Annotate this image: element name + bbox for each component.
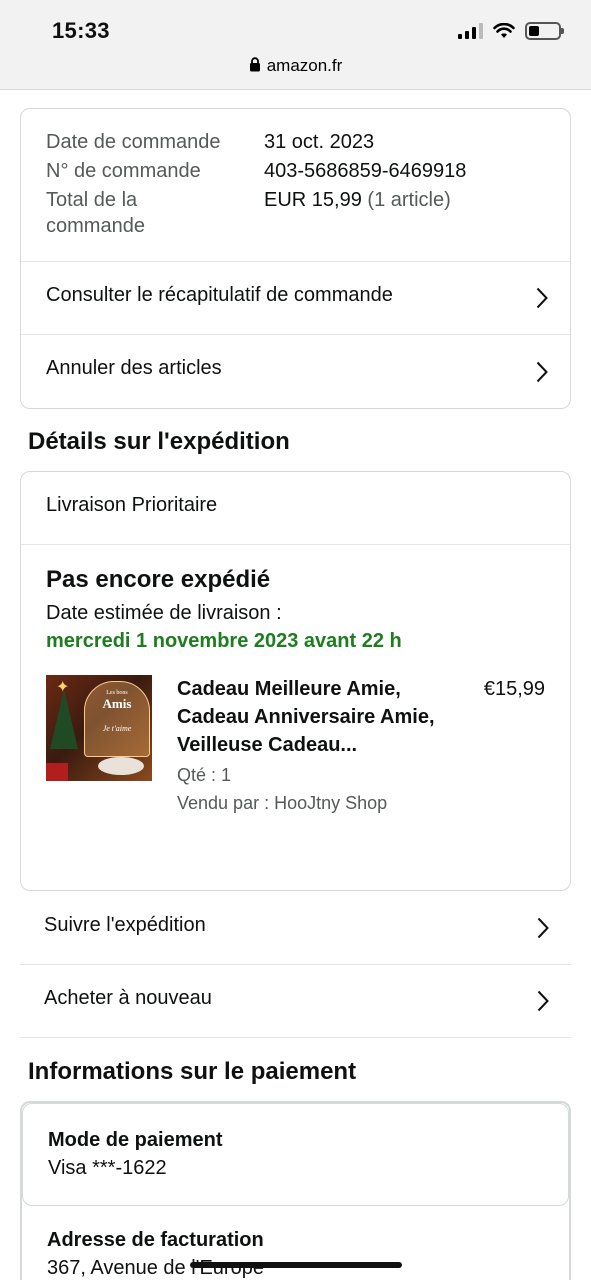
product-image[interactable]: ✦ Les bons Amis Je t'aime xyxy=(46,675,152,781)
estimated-delivery-label: Date estimée de livraison : xyxy=(46,602,282,624)
estimated-delivery-date: mercredi 1 novembre 2023 avant 22 h xyxy=(46,630,402,652)
gift-box xyxy=(46,763,68,781)
delivery-type: Livraison Prioritaire xyxy=(46,494,218,516)
product-details: Cadeau Meilleure Amie, Cadeau Anniversai… xyxy=(177,675,457,817)
lamp-panel: Les bons Amis Je t'aime xyxy=(84,681,150,757)
buy-again-link[interactable]: Acheter à nouveau xyxy=(20,965,571,1038)
payment-info-title: Informations sur le paiement xyxy=(28,1058,357,1085)
battery-icon xyxy=(525,22,564,40)
tree-shape xyxy=(50,689,78,749)
payment-method-value: Visa ***-1622 xyxy=(48,1157,167,1179)
chevron-right-icon xyxy=(537,917,549,939)
order-total: EUR 15,99 (1 article) xyxy=(264,187,545,239)
product-quantity: Qté : 1 xyxy=(177,765,232,785)
view-order-summary-label: Consulter le récapitulatif de commande xyxy=(46,284,393,306)
shipment-status: Pas encore expédié Date estimée de livra… xyxy=(21,545,570,817)
browser-status-bar: 15:33 amazon.fr xyxy=(0,0,591,90)
order-number-value: 403-5686859-6469918 xyxy=(264,160,467,182)
lock-icon xyxy=(249,57,260,72)
wifi-icon xyxy=(493,23,515,38)
address-bar[interactable]: amazon.fr xyxy=(0,56,591,76)
shipping-details-title: Détails sur l'expédition xyxy=(28,428,290,455)
product-title-link[interactable]: Cadeau Meilleure Amie, Cadeau Anniversai… xyxy=(177,675,457,759)
order-info: Date de commande 31 oct. 2023 N° de comm… xyxy=(21,109,570,262)
chevron-right-icon xyxy=(537,990,549,1012)
shipment-status-title: Pas encore expédié xyxy=(46,566,271,593)
lamp-text-2: Amis xyxy=(102,696,132,711)
buy-again-label: Acheter à nouveau xyxy=(44,987,212,1009)
product-item: ✦ Les bons Amis Je t'aime Cadeau Meilleu… xyxy=(46,675,545,817)
payment-method-label: Mode de paiement xyxy=(48,1129,223,1151)
order-date-value: 31 oct. 2023 xyxy=(264,131,375,153)
view-order-summary-link[interactable]: Consulter le récapitulatif de commande xyxy=(21,262,570,335)
payment-card: Mode de paiement Visa ***-1622 Adresse d… xyxy=(20,1101,571,1280)
order-total-items: (1 article) xyxy=(367,189,451,211)
track-shipment-link[interactable]: Suivre l'expédition xyxy=(20,892,571,965)
url-text: amazon.fr xyxy=(266,56,343,75)
order-summary-card: Date de commande 31 oct. 2023 N° de comm… xyxy=(20,108,571,409)
billing-address: Adresse de facturation 367, Avenue de l'… xyxy=(22,1206,569,1280)
order-total-label: Total de la commande xyxy=(46,189,145,237)
lamp-text-3: Je t'aime xyxy=(102,724,132,733)
delivery-type-row: Livraison Prioritaire xyxy=(21,472,570,545)
chevron-right-icon xyxy=(536,287,548,309)
lamp-base xyxy=(98,757,144,775)
order-total-value: EUR 15,99 xyxy=(264,189,362,211)
star-icon: ✦ xyxy=(56,679,70,696)
track-shipment-label: Suivre l'expédition xyxy=(44,914,206,936)
product-price: €15,99 xyxy=(483,678,545,700)
cancel-items-label: Annuler des articles xyxy=(46,357,222,379)
signal-icon xyxy=(458,23,483,39)
shipment-card: Livraison Prioritaire Pas encore expédié… xyxy=(20,471,571,891)
clock: 15:33 xyxy=(52,18,110,43)
order-number-label: N° de commande xyxy=(46,160,201,182)
payment-method-row: Mode de paiement Visa ***-1622 xyxy=(22,1103,569,1206)
billing-address-label: Adresse de facturation xyxy=(47,1229,264,1251)
cancel-items-link[interactable]: Annuler des articles xyxy=(21,335,570,408)
chevron-right-icon xyxy=(536,361,548,382)
product-seller: Vendu par : HooJtny Shop xyxy=(177,793,388,813)
order-date-label: Date de commande xyxy=(46,131,221,153)
status-icons xyxy=(458,22,564,40)
home-indicator[interactable] xyxy=(190,1262,402,1268)
